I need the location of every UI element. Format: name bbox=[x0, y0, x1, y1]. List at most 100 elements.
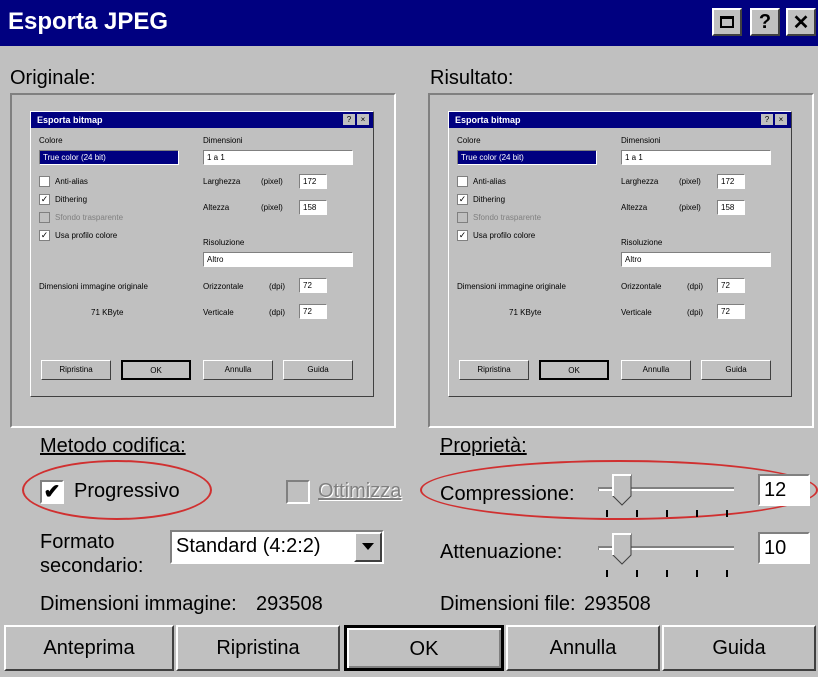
compression-tick bbox=[726, 510, 728, 517]
compression-input[interactable]: 12 bbox=[758, 474, 810, 506]
mini-dithering-check: ✓ bbox=[457, 194, 468, 205]
mini-help-button: Guida bbox=[283, 360, 353, 380]
mini-width-field: 172 bbox=[299, 174, 327, 189]
mini-transparent-label: Sfondo trasparente bbox=[55, 213, 124, 222]
window-title: Esporta JPEG bbox=[8, 8, 169, 35]
mini-dialog-title: Esporta bitmap bbox=[449, 112, 791, 128]
mini-transparent-check bbox=[39, 212, 50, 223]
mini-dialog-title: Esporta bitmap bbox=[31, 112, 373, 128]
smoothing-tick bbox=[606, 570, 608, 577]
mini-antialias-label: Anti-alias bbox=[473, 177, 506, 186]
mini-dpi-label-2: (dpi) bbox=[269, 308, 286, 317]
properties-label: Proprietà: bbox=[440, 435, 527, 457]
mini-reset-button: Ripristina bbox=[41, 360, 111, 380]
preview-button[interactable]: Anteprima bbox=[4, 625, 174, 671]
smoothing-tick bbox=[666, 570, 668, 577]
help-button[interactable]: ? bbox=[750, 8, 780, 36]
result-preview-panel: Esporta bitmap ? × Colore Dimensioni Tru… bbox=[428, 93, 814, 428]
original-label: Originale: bbox=[10, 67, 96, 89]
mini-width-label: Larghezza bbox=[203, 177, 241, 186]
ok-button[interactable]: OK bbox=[344, 625, 504, 671]
mini-colors-label: Colore bbox=[39, 136, 63, 145]
cancel-button[interactable]: Annulla bbox=[506, 625, 660, 671]
mini-vres-field: 72 bbox=[299, 304, 327, 319]
mini-antialias-check bbox=[457, 176, 468, 187]
optimize-label[interactable]: Ottimizza bbox=[318, 479, 401, 503]
mini-profile-check: ✓ bbox=[39, 230, 50, 241]
mini-colors-label: Colore bbox=[457, 136, 481, 145]
mini-profile-label: Usa profilo colore bbox=[55, 231, 118, 240]
mini-dpi-label: (dpi) bbox=[687, 282, 704, 291]
mini-vertical-label: Verticale bbox=[203, 308, 234, 317]
compression-tick bbox=[696, 510, 698, 517]
chevron-down-icon bbox=[362, 543, 374, 550]
mini-vertical-label: Verticale bbox=[621, 308, 652, 317]
result-mini-dialog: Esporta bitmap ? × Colore Dimensioni Tru… bbox=[448, 111, 792, 397]
mini-horizontal-label: Orizzontale bbox=[621, 282, 662, 291]
mini-ok-button: OK bbox=[121, 360, 191, 380]
mini-resolution-select: Altro bbox=[621, 252, 771, 267]
subformat-label: Formato secondario: bbox=[40, 531, 144, 577]
restore-button[interactable] bbox=[712, 8, 742, 36]
mini-help-button: Guida bbox=[701, 360, 771, 380]
mini-width-unit: (pixel) bbox=[679, 177, 701, 186]
mini-color-select: True color (24 bit) bbox=[39, 150, 179, 165]
subformat-value: Standard (4:2:2) bbox=[176, 535, 321, 557]
mini-height-label: Altezza bbox=[621, 203, 648, 212]
mini-height-unit: (pixel) bbox=[261, 203, 283, 212]
mini-profile-label: Usa profilo colore bbox=[473, 231, 536, 240]
mini-reset-button: Ripristina bbox=[459, 360, 529, 380]
reset-button[interactable]: Ripristina bbox=[176, 625, 340, 671]
help-button-bottom[interactable]: Guida bbox=[662, 625, 816, 671]
smoothing-label: Attenuazione: bbox=[440, 541, 563, 563]
compression-tick bbox=[606, 510, 608, 517]
close-button[interactable]: ✕ bbox=[786, 8, 816, 36]
mini-transparent-check bbox=[457, 212, 468, 223]
mini-height-field: 158 bbox=[717, 200, 745, 215]
image-size-value: 293508 bbox=[256, 593, 323, 615]
mini-hres-field: 72 bbox=[717, 278, 745, 293]
mini-antialias-label: Anti-alias bbox=[55, 177, 88, 186]
smoothing-tick bbox=[696, 570, 698, 577]
mini-height-field: 158 bbox=[299, 200, 327, 215]
subformat-select[interactable]: Standard (4:2:2) bbox=[170, 530, 384, 564]
subformat-dropdown-button[interactable] bbox=[354, 532, 382, 562]
mini-dithering-label: Dithering bbox=[55, 195, 88, 204]
mini-width-label: Larghezza bbox=[621, 177, 659, 186]
mini-color-select: True color (24 bit) bbox=[457, 150, 597, 165]
smoothing-input[interactable]: 10 bbox=[758, 532, 810, 564]
mini-resolution-label: Risoluzione bbox=[203, 238, 245, 247]
compression-tick bbox=[666, 510, 668, 517]
smoothing-slider-thumb[interactable] bbox=[612, 533, 632, 570]
file-size-value: 293508 bbox=[584, 593, 651, 615]
original-preview-panel: Esporta bitmap ? × Colore Dimensioni Tru… bbox=[10, 93, 396, 428]
mini-dithering-check: ✓ bbox=[39, 194, 50, 205]
mini-dimensions-label: Dimensioni bbox=[621, 136, 661, 145]
mini-hres-field: 72 bbox=[299, 278, 327, 293]
compression-label: Compressione: bbox=[440, 483, 575, 505]
mini-ok-button: OK bbox=[539, 360, 609, 380]
smoothing-tick bbox=[636, 570, 638, 577]
mini-dpi-label: (dpi) bbox=[269, 282, 286, 291]
mini-width-unit: (pixel) bbox=[261, 177, 283, 186]
mini-transparent-label: Sfondo trasparente bbox=[473, 213, 542, 222]
mini-profile-check: ✓ bbox=[457, 230, 468, 241]
mini-resolution-label: Risoluzione bbox=[621, 238, 663, 247]
restore-icon bbox=[720, 16, 734, 28]
mini-horizontal-label: Orizzontale bbox=[203, 282, 244, 291]
result-label: Risultato: bbox=[430, 67, 514, 89]
progressive-checkbox[interactable]: ✔ bbox=[40, 480, 64, 504]
mini-size-value: 71 KByte bbox=[91, 308, 124, 317]
file-size-label: Dimensioni file: bbox=[440, 593, 576, 615]
mini-antialias-check bbox=[39, 176, 50, 187]
mini-help-icon: ? bbox=[761, 114, 773, 125]
compression-tick bbox=[636, 510, 638, 517]
mini-height-label: Altezza bbox=[203, 203, 230, 212]
smoothing-tick bbox=[726, 570, 728, 577]
optimize-checkbox[interactable] bbox=[286, 480, 310, 504]
image-size-label: Dimensioni immagine: bbox=[40, 593, 237, 615]
compression-slider-thumb[interactable] bbox=[612, 474, 632, 511]
mini-dpi-label-2: (dpi) bbox=[687, 308, 704, 317]
encoding-method-label: Metodo codifica: bbox=[40, 435, 186, 457]
progressive-label[interactable]: Progressivo bbox=[74, 479, 180, 503]
